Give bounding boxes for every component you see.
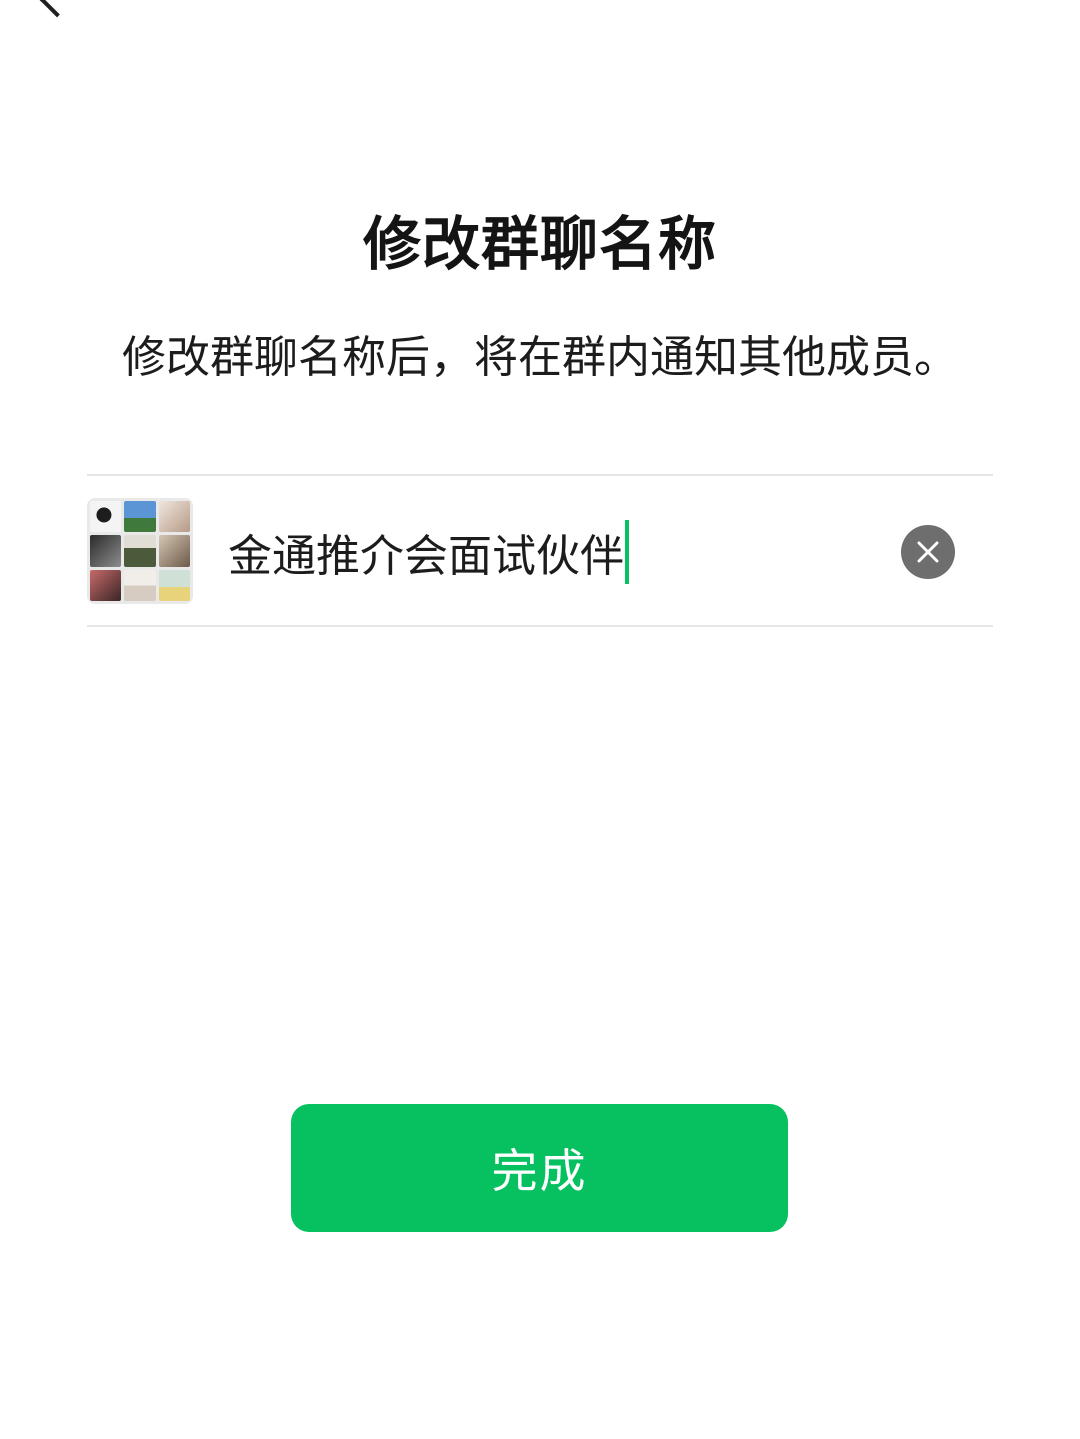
avatar-tile xyxy=(90,569,122,601)
clear-input-button[interactable] xyxy=(901,525,955,579)
avatar-tile xyxy=(158,535,190,567)
group-avatar xyxy=(87,498,193,604)
avatar-tile xyxy=(124,535,156,567)
page-subtitle: 修改群聊名称后，将在群内通知其他成员。 xyxy=(122,332,958,383)
page-title: 修改群聊名称 xyxy=(362,210,717,278)
avatar-tile xyxy=(90,535,122,567)
text-caret xyxy=(625,520,629,584)
avatar-tile xyxy=(90,501,122,533)
done-button[interactable]: 完成 xyxy=(291,1104,788,1232)
close-icon xyxy=(917,541,939,563)
avatar-tile xyxy=(124,501,156,533)
avatar-tile xyxy=(158,569,190,601)
group-name-row: 金通推介会面试伙伴 xyxy=(87,474,993,627)
group-name-input[interactable]: 金通推介会面试伙伴 xyxy=(228,514,629,590)
group-name-value: 金通推介会面试伙伴 xyxy=(228,531,624,582)
back-chevron-icon[interactable] xyxy=(38,0,76,18)
avatar-tile xyxy=(124,569,156,601)
avatar-tile xyxy=(158,501,190,533)
